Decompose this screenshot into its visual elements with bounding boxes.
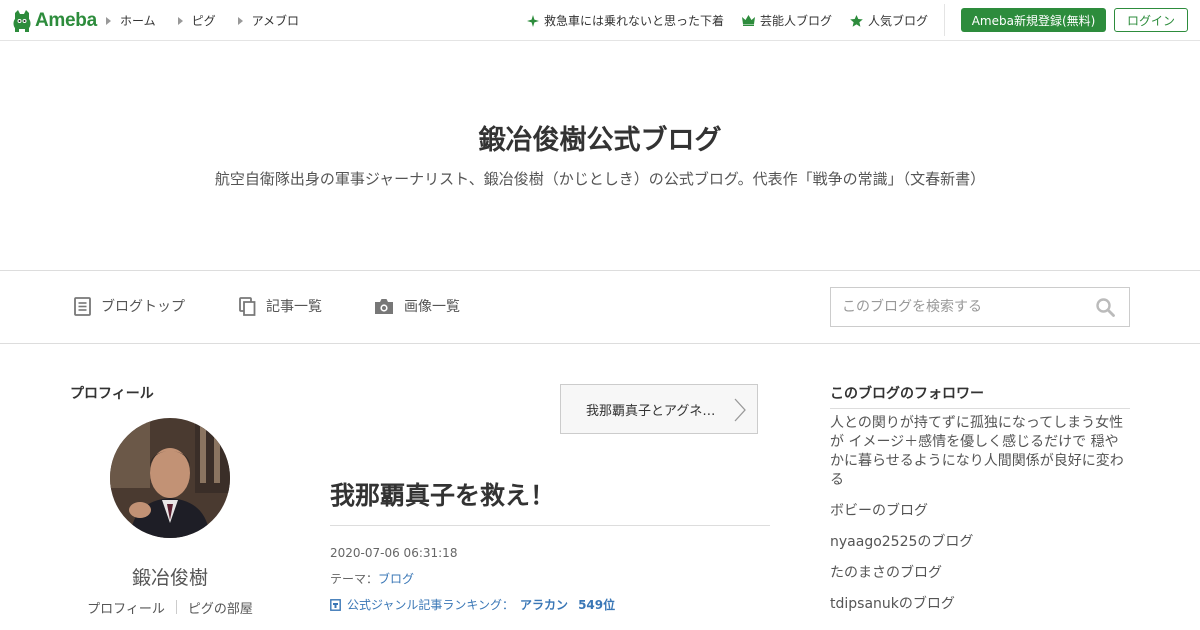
header-divider: [944, 4, 945, 36]
crown-icon: [741, 15, 755, 26]
blog-subnav: ブログトップ 記事一覧 画像一覧: [0, 270, 1200, 344]
subnav-entry-list-label: 記事一覧: [266, 299, 322, 315]
document-icon: [74, 296, 91, 316]
subnav-image-list-label: 画像一覧: [404, 299, 460, 315]
follower-item[interactable]: nyaago2525のブログ: [830, 533, 1130, 552]
follower-item[interactable]: tdipsanukのブログ: [830, 595, 1130, 614]
featured-link-celebrity[interactable]: 芸能人ブログ: [741, 12, 832, 29]
subnav-blog-top-label: ブログトップ: [101, 299, 185, 315]
camera-icon: [375, 298, 393, 314]
chevron-right-icon: [734, 398, 746, 422]
entry-title[interactable]: 我那覇真子を救え！: [330, 476, 555, 512]
blog-description: 航空自衛隊出身の軍事ジャーナリスト、鍛冶俊樹（かじとしき）の公式ブログ。代表作「…: [214, 170, 986, 188]
blog-title[interactable]: 鍛冶俊樹公式ブログ: [0, 118, 1200, 157]
triangle-right-icon: [106, 16, 111, 25]
featured-link-topic-label: 救急車には乗れないと思った下着: [543, 14, 724, 28]
nav-home[interactable]: ホーム: [106, 12, 156, 29]
follower-item[interactable]: たのまさのブログ: [830, 564, 1130, 583]
subnav-entry-list[interactable]: 記事一覧: [239, 296, 322, 316]
ranking-rank: 549位: [578, 598, 616, 612]
nav-pigg-label: ピグ: [191, 14, 216, 28]
sparkle-icon: [526, 14, 539, 27]
featured-link-popular-label: 人気ブログ: [867, 14, 928, 28]
profile-link[interactable]: プロフィール: [87, 598, 165, 617]
entry-theme-prefix: テーマ：: [330, 572, 379, 586]
entry-theme-link[interactable]: ブログ: [378, 572, 414, 586]
profile-name[interactable]: 鍛冶俊樹: [70, 563, 270, 590]
follower-item[interactable]: 人との関りが持てずに孤独になってしまう女性が イメージ＋感情を優しく感じるだけで…: [830, 414, 1130, 490]
header-featured-links: 救急車には乗れないと思った下着 芸能人ブログ 人気ブログ: [509, 12, 928, 29]
profile-avatar[interactable]: [110, 418, 230, 538]
blog-search-input[interactable]: [831, 288, 1081, 326]
nav-ameblo[interactable]: アメブロ: [237, 12, 300, 29]
follower-item[interactable]: ボビーのブログ: [830, 502, 1130, 521]
blog-search: [830, 287, 1130, 327]
triangle-right-icon: [237, 16, 243, 25]
nav-ameblo-label: アメブロ: [251, 14, 300, 28]
subnav-image-list[interactable]: 画像一覧: [374, 296, 460, 316]
search-icon[interactable]: [1096, 298, 1115, 321]
ranking-label: 公式ジャンル記事ランキング：: [347, 598, 515, 612]
pigg-room-link[interactable]: ピグの部屋: [188, 598, 253, 617]
profile-links: プロフィール ピグの部屋: [70, 598, 270, 617]
login-button[interactable]: ログイン: [1114, 8, 1188, 32]
global-header: Ameba ホーム ピグ アメブロ 救急車には乗れないと思った下着 芸能人ブログ…: [0, 0, 1200, 41]
entry-datetime: 2020-07-06 06:31:18: [330, 546, 458, 560]
genre-ranking-link[interactable]: 公式ジャンル記事ランキング： アラカン 549位: [330, 596, 615, 613]
featured-link-topic[interactable]: 救急車には乗れないと思った下着: [526, 12, 724, 29]
nav-home-label: ホーム: [120, 14, 156, 28]
followers-list: 人との関りが持てずに孤独になってしまう女性が イメージ＋感情を優しく感じるだけで…: [830, 414, 1130, 626]
register-button[interactable]: Ameba新規登録(無料): [961, 8, 1106, 32]
ameba-logo[interactable]: Ameba: [12, 8, 97, 34]
logo-text: Ameba: [35, 10, 97, 31]
nav-pigg[interactable]: ピグ: [177, 12, 216, 29]
followers-heading: このブログのフォロワー: [830, 386, 984, 402]
copy-icon: [239, 296, 256, 316]
entry-theme: テーマ：ブログ: [330, 570, 414, 587]
star-icon: [850, 14, 863, 27]
previous-entry-title: 我那覇真子とアグネ…: [586, 403, 716, 419]
profile-heading: プロフィール: [70, 386, 154, 402]
triangle-right-icon: [177, 16, 183, 25]
featured-link-popular[interactable]: 人気ブログ: [850, 12, 928, 29]
link-separator: [175, 600, 177, 614]
global-nav: ホーム ピグ アメブロ: [106, 12, 321, 29]
ameba-mascot-icon: [12, 10, 32, 32]
ranking-icon: [330, 598, 341, 611]
followers-divider: [830, 408, 1130, 409]
subnav-blog-top[interactable]: ブログトップ: [74, 296, 185, 316]
entry-title-divider: [330, 525, 770, 526]
featured-link-celebrity-label: 芸能人ブログ: [759, 14, 832, 28]
previous-entry-link[interactable]: 我那覇真子とアグネ…: [560, 384, 758, 434]
ranking-genre: アラカン: [520, 598, 569, 612]
